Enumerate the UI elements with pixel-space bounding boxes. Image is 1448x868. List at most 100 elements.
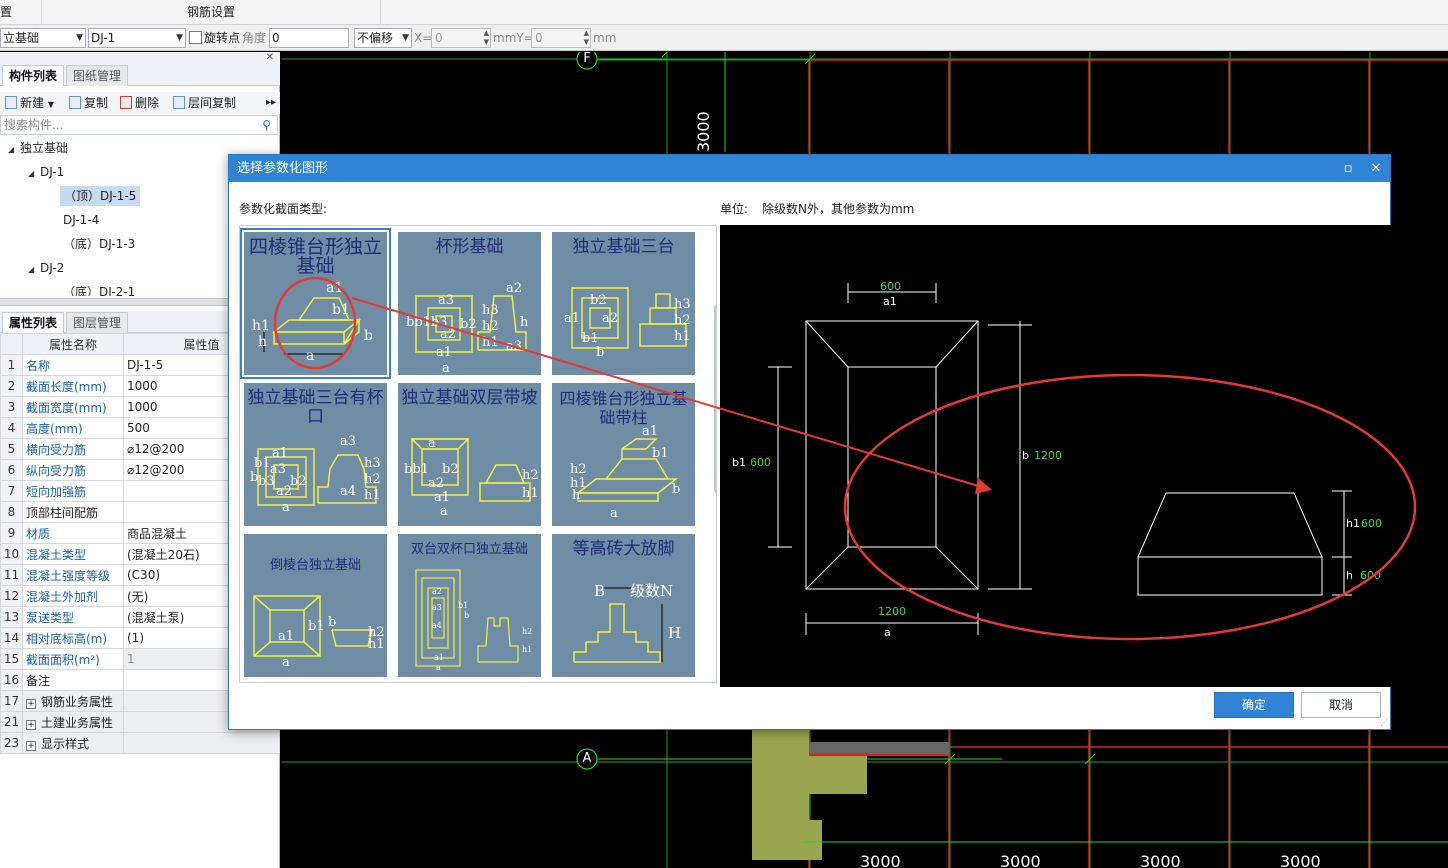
svg-text:a3: a3 [438, 293, 454, 308]
delete-button[interactable]: 删除 [120, 94, 159, 112]
row-index: 16 [0, 669, 23, 691]
svg-text:a2: a2 [432, 587, 442, 596]
svg-text:a: a [282, 500, 290, 515]
category-select[interactable]: 立基础 ▼ [0, 28, 86, 48]
rotate-point-label: 旋转点 [204, 31, 241, 45]
tab-component-list[interactable]: 构件列表 [2, 65, 65, 86]
floor-copy-icon [173, 96, 185, 109]
new-button[interactable]: 新建 ▼ [5, 94, 54, 112]
expand-icon[interactable]: ◢ [28, 260, 40, 280]
expand-plus-icon[interactable]: + [26, 740, 36, 751]
x-offset-input[interactable]: 0 ▲ ▼ [431, 28, 491, 48]
svg-text:a: a [436, 663, 441, 672]
copy-button[interactable]: 复制 [69, 94, 108, 112]
thumb-title: 等高砖大放脚 [572, 539, 675, 559]
svg-text:h2: h2 [522, 627, 532, 636]
dim-h-label: h [1346, 569, 1353, 582]
tree-node-dj1-3[interactable]: （底）DJ-1-3 [63, 234, 135, 254]
tree-node-dj1-4[interactable]: DJ-1-4 [63, 210, 99, 230]
tree-node-dj1[interactable]: ◢ DJ-1 [28, 162, 64, 182]
dialog-title: 选择参数化图形 [229, 155, 1390, 182]
expand-plus-icon[interactable]: + [26, 719, 36, 730]
tab-property-list[interactable]: 属性列表 [2, 312, 65, 333]
thumb-pyramid-with-column[interactable]: a1 b1 h2 h1 h b a 四棱锥台形独立基础带柱 [552, 383, 695, 526]
row-index: 14 [0, 627, 23, 649]
property-name: 材质 [22, 522, 124, 544]
property-row[interactable]: 23 + 显示样式 [0, 732, 280, 754]
dim-bottom-2: 3000 [1000, 852, 1041, 868]
tree-node-dj1-5[interactable]: （顶）DJ-1-5 [60, 186, 141, 206]
svg-text:h1: h1 [368, 637, 385, 652]
shape-gallery: a1 b1 h1 h b a 四棱锥台形独立基础 a3 bb1b3 b2 a2 a1 a a2 h3 h2… [239, 225, 717, 683]
row-index: 12 [0, 585, 23, 607]
offset-select[interactable]: 不偏移 ▼ [354, 28, 412, 48]
ribbon-tab-steel-settings[interactable]: 钢筋设置 [42, 0, 381, 25]
svg-text:b2: b2 [290, 474, 307, 489]
svg-text:b2: b2 [590, 293, 607, 308]
svg-text:a1: a1 [272, 446, 288, 461]
rotate-point-checkbox[interactable] [189, 31, 202, 44]
dim-b-label: b [1022, 449, 1029, 462]
tab-drawing-management[interactable]: 图纸管理 [66, 65, 129, 86]
property-name: 相对底标高(m) [22, 627, 124, 649]
property-name: 备注 [22, 669, 124, 691]
dim-a-label: a [884, 626, 891, 639]
close-icon[interactable]: ✕ [266, 52, 274, 63]
dim-h1-label: h1 [1346, 517, 1360, 530]
maximize-icon[interactable]: ▫ [1337, 155, 1359, 182]
thumb-double-slope[interactable]: a bb1 b2 a2 a1 a h2 h1 独立基础双层带坡 [398, 383, 541, 526]
property-name: 短向加强筋 [22, 480, 124, 502]
svg-text:a1: a1 [434, 653, 444, 662]
svg-text:b: b [464, 611, 469, 620]
svg-text:h1: h1 [522, 645, 532, 654]
spinner-icon[interactable]: ▲ ▼ [484, 29, 489, 47]
chevron-down-icon: ▼ [47, 100, 54, 109]
svg-text:h: h [520, 315, 529, 330]
tab-layer-management[interactable]: 图层管理 [66, 312, 129, 333]
ribbon-tab-partial[interactable]: 置 [0, 0, 42, 25]
thumb-three-step-cup[interactable]: a1 b1 a3 b3 b2 a2 b a a3 h3 h2 h1 a4 独立基础三台有杯口 [244, 383, 387, 526]
svg-text:h3: h3 [482, 303, 499, 318]
property-value[interactable] [123, 732, 280, 754]
delete-icon [120, 96, 132, 109]
expand-plus-icon[interactable]: + [26, 698, 36, 709]
x-label: X= [414, 31, 433, 45]
thumb-inverted-frustum[interactable]: b b1 a1 a h2 h1 倒棱台独立基础 [244, 534, 387, 677]
thumb-title: 独立基础双层带坡 [401, 388, 538, 408]
svg-text:h2: h2 [674, 313, 691, 328]
dim-bottom-4: 3000 [1280, 852, 1321, 868]
property-name: 泵送类型 [22, 606, 124, 628]
top-ribbon: 置 钢筋设置 [0, 0, 1448, 25]
svg-text:h1: h1 [252, 318, 270, 334]
more-icon[interactable]: ▸▸ [266, 94, 276, 112]
gallery-scrollbar[interactable] [714, 304, 716, 494]
tree-node-isolated-foundation[interactable]: ◢ 独立基础 [8, 138, 68, 158]
svg-text:h2: h2 [570, 462, 587, 477]
thumb-double-cup[interactable]: a2 a3 a4 b1 b a1 a h2 h1 双台双杯口独立基础 [398, 534, 541, 677]
svg-text:b1: b1 [308, 619, 325, 634]
thumb-three-step-foundation[interactable]: b2 a1 a2 b1 b h3 h2 h1 独立基础三台 [552, 232, 695, 375]
ok-button[interactable]: 确定 [1214, 692, 1294, 718]
component-search-input[interactable]: 搜索构件... ⚲ [0, 115, 278, 135]
svg-text:b3: b3 [258, 474, 275, 489]
thumb-brick-footing[interactable]: B 级数N H 等高砖大放脚 [552, 534, 695, 677]
tree-node-dj2-1[interactable]: （底）DJ-2-1 [63, 282, 135, 296]
resize-grip-icon[interactable]: ⋰ [1380, 718, 1388, 727]
y-offset-input[interactable]: 0 ▲ ▼ [531, 28, 591, 48]
component-select[interactable]: DJ-1 ▼ [88, 28, 186, 48]
spinner-icon[interactable]: ▲ ▼ [584, 29, 589, 47]
thumb-pyramid-foundation[interactable]: a1 b1 h1 h b a 四棱锥台形独立基础 [240, 228, 391, 379]
angle-input[interactable]: 0 [269, 28, 349, 48]
svg-text:a: a [440, 504, 448, 519]
svg-text:b: b [250, 470, 258, 485]
unit-text: 除级数N外，其他参数为mm [762, 202, 915, 216]
expand-icon[interactable]: ◢ [8, 140, 20, 160]
svg-text:a: a [306, 348, 314, 364]
thumb-cup-foundation[interactable]: a3 bb1b3 b2 a2 a1 a a2 h3 h2 h1 h a3 杯形基础 [398, 232, 541, 375]
tree-node-dj2[interactable]: ◢ DJ-2 [28, 258, 64, 278]
expand-icon[interactable]: ◢ [28, 164, 40, 184]
floor-copy-button[interactable]: 层间复制 [173, 94, 236, 112]
svg-text:a1: a1 [434, 490, 450, 505]
cancel-button[interactable]: 取消 [1301, 692, 1381, 718]
close-icon[interactable]: ✕ [1365, 155, 1387, 182]
